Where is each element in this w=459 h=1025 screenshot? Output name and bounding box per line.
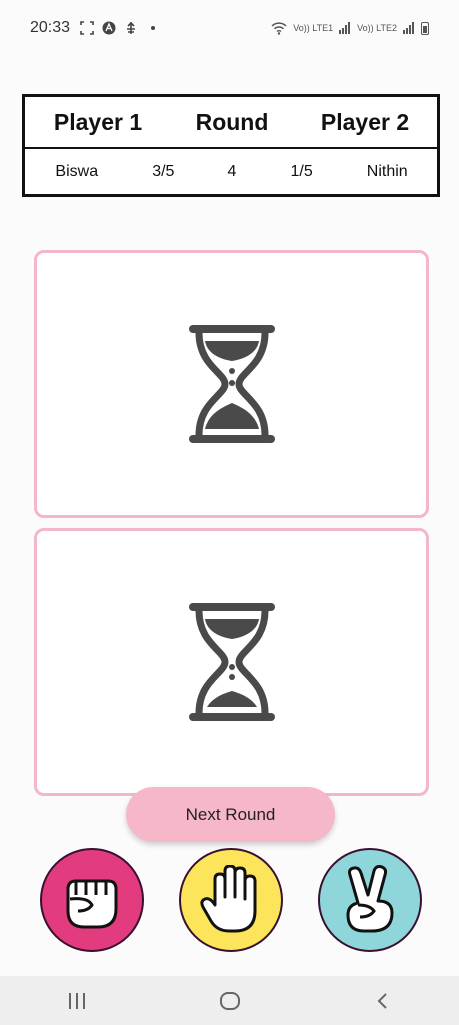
battery-icon bbox=[421, 21, 429, 35]
signal-sim1: Vo)) LTE1 bbox=[293, 23, 334, 33]
scoreboard-header: Player 1 Round Player 2 bbox=[25, 97, 437, 149]
open-hand-icon bbox=[200, 865, 257, 933]
player1-name: Biswa bbox=[55, 163, 99, 180]
system-nav-bar bbox=[0, 976, 459, 1025]
next-round-button[interactable]: Next Round bbox=[126, 787, 335, 842]
status-notification-icons bbox=[80, 21, 160, 35]
back-button[interactable] bbox=[363, 986, 403, 1016]
home-button[interactable] bbox=[210, 986, 250, 1016]
recent-apps-icon bbox=[68, 992, 85, 1009]
scoreboard: Player 1 Round Player 2 Biswa 3/5 4 1/5 … bbox=[22, 94, 440, 197]
signal-sim2: Vo)) LTE2 bbox=[357, 23, 397, 33]
scoreboard-row: Biswa 3/5 4 1/5 Nithin bbox=[25, 149, 437, 195]
home-icon bbox=[219, 991, 240, 1010]
back-icon bbox=[377, 992, 387, 1009]
signal-bars-icon bbox=[339, 22, 351, 34]
player1-choice-card bbox=[34, 250, 429, 518]
header-player2: Player 2 bbox=[320, 108, 410, 135]
header-round: Round bbox=[195, 108, 269, 135]
paper-button[interactable] bbox=[179, 848, 283, 952]
usb-debug-icon bbox=[127, 21, 136, 34]
status-bar: 20:33 Vo)) LTE1 Vo)) LTE2 bbox=[0, 0, 459, 56]
hourglass-icon bbox=[188, 603, 275, 721]
player2-name: Nithin bbox=[366, 163, 408, 180]
player2-choice-card bbox=[34, 528, 429, 796]
victory-hand-icon bbox=[346, 865, 394, 933]
recent-apps-button[interactable] bbox=[57, 986, 97, 1016]
hourglass-icon bbox=[188, 325, 275, 443]
scissors-button[interactable] bbox=[318, 848, 422, 952]
status-time: 20:33 bbox=[30, 19, 71, 36]
screenshot-icon bbox=[80, 21, 94, 35]
status-right-icons: Vo)) LTE1 Vo)) LTE2 bbox=[271, 21, 429, 35]
player1-score: 3/5 bbox=[152, 163, 175, 180]
app-notification-icon bbox=[102, 21, 116, 35]
round-number: 4 bbox=[227, 163, 237, 180]
header-player1: Player 1 bbox=[53, 108, 143, 135]
wifi-icon bbox=[271, 21, 287, 35]
dot-icon bbox=[151, 26, 156, 30]
fist-icon bbox=[66, 879, 118, 929]
rock-button[interactable] bbox=[40, 848, 144, 952]
player2-score: 1/5 bbox=[290, 163, 313, 180]
signal-bars-icon bbox=[403, 22, 414, 34]
